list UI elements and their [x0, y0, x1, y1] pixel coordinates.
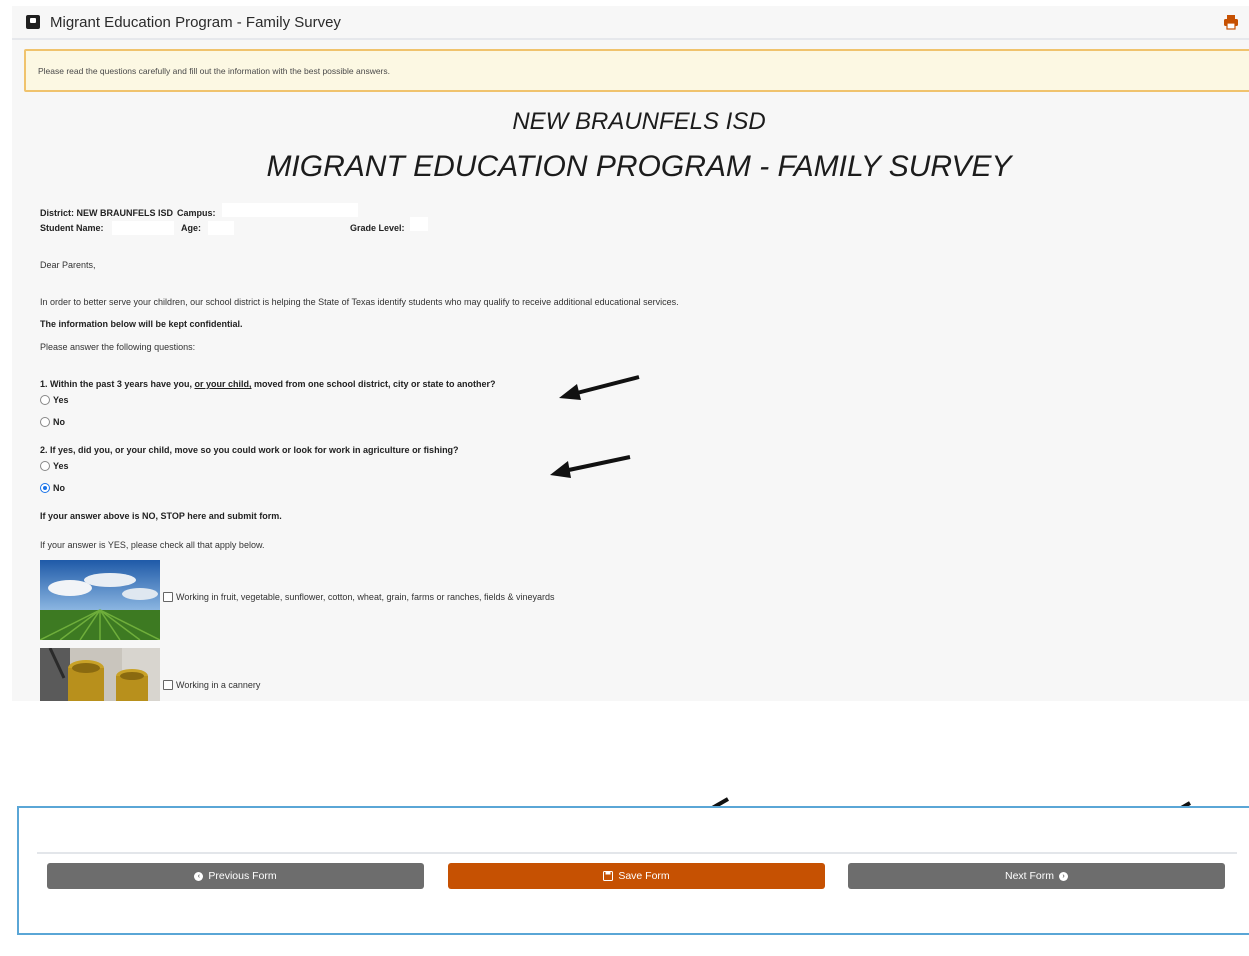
- work-option-farm[interactable]: Working in fruit, vegetable, sunflower, …: [163, 592, 555, 602]
- q2-no-option[interactable]: No: [40, 483, 65, 493]
- next-form-button[interactable]: Next Form ›: [848, 863, 1225, 889]
- q1-yes-option[interactable]: Yes: [40, 395, 69, 405]
- save-form-button[interactable]: Save Form: [448, 863, 825, 889]
- previous-form-label: Previous Form: [208, 870, 277, 882]
- yes-note: If your answer is YES, please check all …: [40, 540, 265, 550]
- question-1: 1. Within the past 3 years have you, or …: [40, 379, 496, 389]
- intro-text: In order to better serve your children, …: [40, 297, 679, 307]
- cannery-option-label: Working in a cannery: [176, 680, 261, 690]
- q1-yes-radio[interactable]: [40, 395, 50, 405]
- confidential-note: The information below will be kept confi…: [40, 319, 243, 329]
- student-name-label: Student Name:: [40, 223, 104, 233]
- form-navigation-panel: ‹ Previous Form Save Form Next Form ›: [17, 806, 1249, 935]
- save-icon: [603, 871, 614, 881]
- grade-level-field: [410, 217, 428, 231]
- q1-no-option[interactable]: No: [40, 417, 65, 427]
- page: Migrant Education Program - Family Surve…: [0, 0, 1249, 956]
- q2-no-label: No: [53, 483, 65, 493]
- question-1-prefix: 1. Within the past 3 years have you,: [40, 379, 192, 389]
- campus-label: Campus:: [177, 208, 216, 218]
- window-title: Migrant Education Program - Family Surve…: [50, 13, 341, 31]
- question-2: 2. If yes, did you, or your child, move …: [40, 445, 459, 455]
- instruction-notice: Please read the questions carefully and …: [24, 49, 1249, 92]
- q2-yes-radio[interactable]: [40, 461, 50, 471]
- cannery-image: [40, 648, 160, 701]
- farm-field-image: [40, 560, 160, 640]
- title-bar: Migrant Education Program - Family Surve…: [12, 6, 1249, 40]
- greeting: Dear Parents,: [40, 260, 96, 270]
- annotation-arrow-icon: [559, 375, 640, 400]
- stop-note: If your answer above is NO, STOP here an…: [40, 511, 282, 521]
- farm-checkbox[interactable]: [163, 592, 173, 602]
- grade-level-label: Grade Level:: [350, 223, 405, 233]
- annotation-arrow-icon: [550, 455, 631, 478]
- program-heading: MIGRANT EDUCATION PROGRAM - FAMILY SURVE…: [266, 150, 1012, 183]
- age-field: [208, 221, 234, 235]
- campus-field: [222, 203, 358, 217]
- district-heading: NEW BRAUNFELS ISD: [512, 108, 766, 135]
- previous-form-button[interactable]: ‹ Previous Form: [47, 863, 424, 889]
- student-name-field: [112, 221, 174, 235]
- cannery-checkbox[interactable]: [163, 680, 173, 690]
- arrow-right-circle-icon: ›: [1059, 871, 1068, 881]
- arrow-left-circle-icon: ‹: [194, 871, 204, 881]
- divider: [37, 852, 1237, 854]
- instruction-text: Please answer the following questions:: [40, 342, 196, 352]
- q2-yes-label: Yes: [53, 461, 69, 471]
- age-label: Age:: [181, 223, 201, 233]
- question-1-underlined: or your child,: [194, 379, 252, 389]
- q1-no-radio[interactable]: [40, 417, 50, 427]
- farm-option-label: Working in fruit, vegetable, sunflower, …: [176, 592, 555, 602]
- save-form-label: Save Form: [618, 870, 670, 882]
- q2-yes-option[interactable]: Yes: [40, 461, 69, 471]
- next-form-label: Next Form: [1004, 870, 1054, 882]
- q1-yes-label: Yes: [53, 395, 69, 405]
- question-1-suffix: moved from one school district, city or …: [254, 379, 496, 389]
- q1-no-label: No: [53, 417, 65, 427]
- work-option-cannery[interactable]: Working in a cannery: [163, 680, 260, 690]
- print-icon[interactable]: [1223, 14, 1239, 30]
- district-label: District: NEW BRAUNFELS ISD: [40, 208, 174, 218]
- form-icon: [26, 15, 40, 29]
- q2-no-radio[interactable]: [40, 483, 50, 493]
- survey-panel: Migrant Education Program - Family Surve…: [12, 6, 1249, 701]
